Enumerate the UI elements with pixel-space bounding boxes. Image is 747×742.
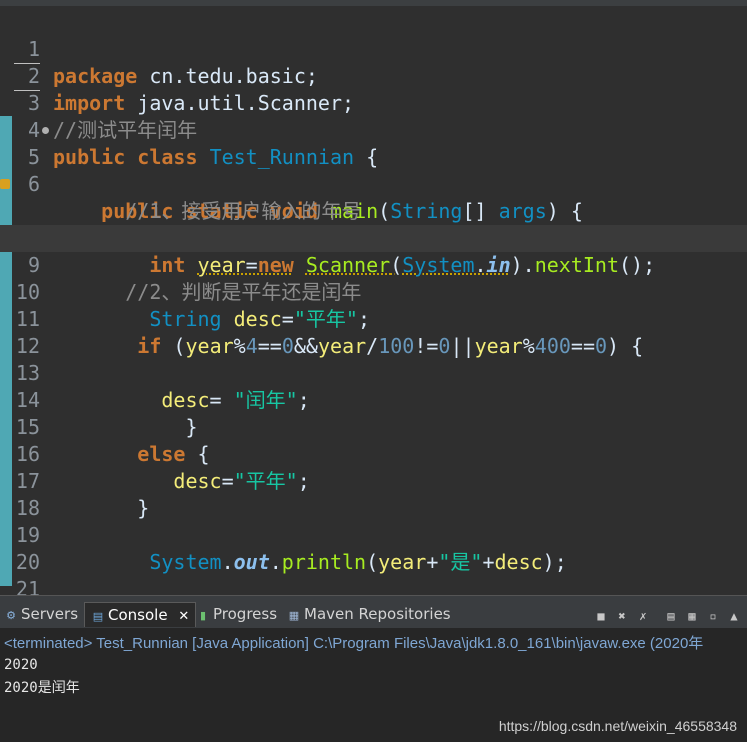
code-line-17[interactable]: 17 } — [0, 441, 747, 520]
console-icon: ▤ — [92, 610, 104, 623]
code-line-22[interactable]: 22 } — [0, 576, 747, 595]
tab-label: Servers — [21, 605, 79, 623]
clear-console-icon[interactable]: ▤ — [662, 607, 680, 625]
tab-progress[interactable]: ▮ Progress — [196, 602, 277, 626]
console-panel: ⚙ Servers ▤ Console ✕ ▮ Progress ▦ Maven Rep… — [0, 595, 747, 742]
close-icon[interactable]: ✕ — [178, 609, 189, 624]
fold-marker-icon[interactable] — [42, 127, 49, 134]
scroll-lock-icon[interactable]: ▦ — [683, 607, 701, 625]
code-line-7[interactable]: 7 int year=new Scanner(System.in).nextIn… — [0, 171, 747, 277]
pin-console-icon[interactable]: ▲ — [725, 607, 743, 625]
word-wrap-icon[interactable]: ▫ — [704, 607, 722, 625]
remove-all-icon[interactable]: ✗ — [634, 607, 652, 625]
code-line-21[interactable]: 21 } — [0, 549, 747, 595]
remove-launch-icon[interactable]: ✖ — [613, 607, 631, 625]
code-editor[interactable]: 1 package cn.tedu.basic; 2 import java.u… — [0, 6, 747, 595]
tab-maven-repositories[interactable]: ▦ Maven Repositories — [287, 602, 451, 626]
code-line-4[interactable]: 4 public class Test_Runnian { — [0, 90, 747, 169]
tab-label: Maven Repositories — [304, 605, 451, 623]
console-output-line: 2020是闰年 — [4, 680, 80, 696]
code-line-3[interactable]: 3 //测试平年闰年 — [0, 63, 747, 142]
code-line-5[interactable]: 5 public static void main(String[] args)… — [0, 117, 747, 223]
code-line-8[interactable]: 8 — [0, 198, 747, 250]
terminate-icon[interactable]: ■ — [592, 607, 610, 625]
code-line-15[interactable]: 15 else { — [0, 387, 747, 466]
servers-icon: ⚙ — [6, 609, 16, 622]
console-output-line: 2020 — [4, 657, 38, 673]
code-line-13[interactable]: 13 desc= "闰年"; — [0, 333, 747, 412]
view-tab-bar: ⚙ Servers ▤ Console ✕ ▮ Progress ▦ Maven Rep… — [0, 595, 747, 628]
code-line-18[interactable]: 18 — [0, 468, 747, 520]
watermark: https://blog.csdn.net/weixin_46558348 — [498, 718, 737, 734]
code-line-11[interactable]: 11 if (year%4==0&&year/100!=0||year%400=… — [0, 279, 747, 358]
code-line-12[interactable]: 12 — [0, 306, 747, 358]
code-line-14[interactable]: 14 } — [0, 360, 747, 439]
tab-label: Console — [108, 606, 168, 624]
code-line-1[interactable]: 1 package cn.tedu.basic; — [0, 9, 747, 88]
progress-icon: ▮ — [199, 609, 207, 622]
console-toolbar: ■ ✖ ✗ ▤ ▦ ▫ ▲ — [589, 605, 743, 623]
code-line-9-current[interactable]: 9 //2、判断是平年还是闰年 — [0, 225, 747, 304]
code-line-19[interactable]: 19 System.out.println(year+"是"+desc); — [0, 495, 747, 574]
code-line-16[interactable]: 16 desc="平年"; — [0, 414, 747, 493]
code-line-20[interactable]: 20 — [0, 522, 747, 574]
code-line-2[interactable]: 2 import java.util.Scanner; — [0, 36, 747, 115]
maven-icon: ▦ — [288, 609, 300, 622]
tab-servers[interactable]: ⚙ Servers — [4, 602, 78, 626]
code-line-6[interactable]: 6 //1、接受用户输入的年号 — [0, 144, 747, 223]
warning-icon[interactable] — [0, 179, 10, 189]
code-line-10[interactable]: 10 String desc="平年"; — [0, 252, 747, 331]
tab-label: Progress — [213, 605, 278, 623]
tab-console[interactable]: ▤ Console ✕ — [84, 602, 197, 627]
terminated-status: <terminated> Test_Runnian [Java Applicat… — [4, 635, 704, 652]
